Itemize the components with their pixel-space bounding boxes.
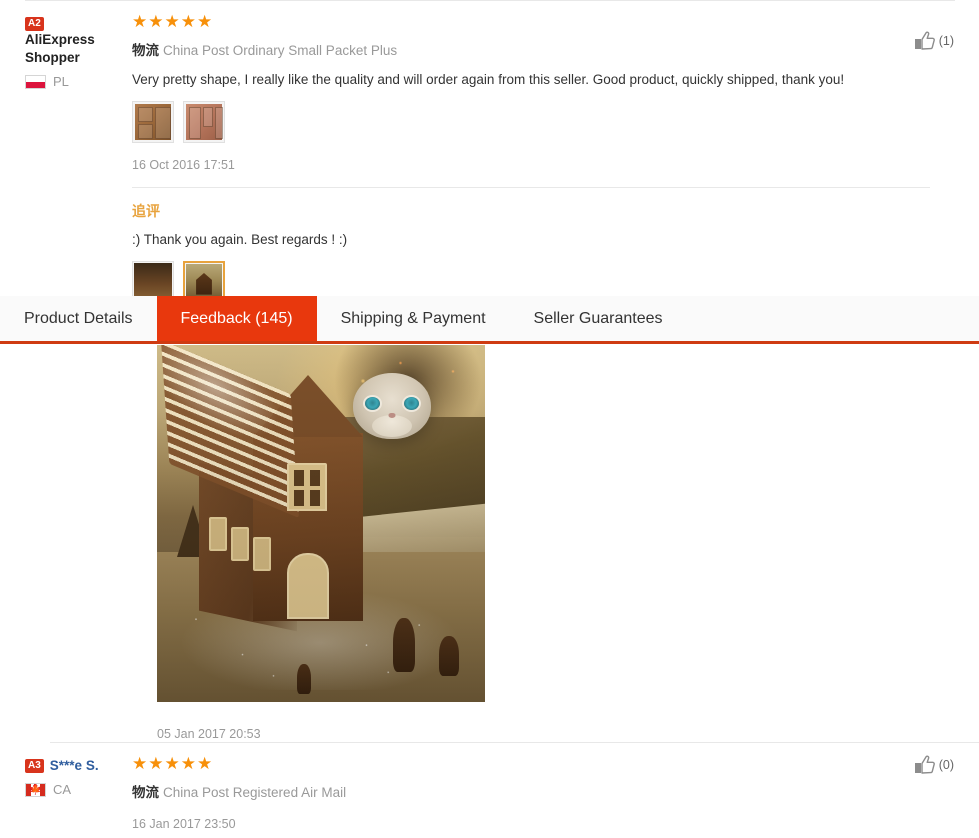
review-timestamp: 16 Oct 2016 17:51: [132, 158, 235, 172]
review-content-column: ★★★★★ 物流 China Post Ordinary Small Packet…: [132, 1, 979, 303]
helpful-button[interactable]: (0): [914, 755, 954, 775]
review-text: Very pretty shape, I really like the qua…: [132, 72, 845, 87]
thumbs-up-icon: [914, 755, 935, 774]
review-thumbnail[interactable]: [183, 101, 225, 143]
chocolate-mold-image: [135, 104, 171, 140]
logistics-line: 物流 China Post Ordinary Small Packet Plus: [132, 42, 954, 60]
helpful-count: (1): [938, 34, 954, 48]
poland-flag-icon: [25, 74, 46, 89]
gingerbread-house-lit-image: [186, 264, 222, 300]
append-review-text: :) Thank you again. Best regards ! :): [132, 232, 348, 247]
review-timestamp: 16 Jan 2017 23:50: [132, 817, 236, 831]
tab-feedback[interactable]: Feedback (145): [156, 296, 317, 341]
tab-shipping-payment[interactable]: Shipping & Payment: [317, 296, 510, 341]
review-thumbnail[interactable]: [132, 101, 174, 143]
review-item: A3 S***e S. 🍁 CA ★★★★★ 物流 China Post Regi…: [0, 743, 979, 832]
gingerbread-house-with-cat-image: [157, 345, 485, 702]
rating-stars: ★★★★★: [132, 12, 214, 31]
append-divider: [132, 187, 930, 188]
feedback-page: A2 AliExpress Shopper PL ★★★★★ 物流 China P…: [0, 0, 979, 838]
helpful-count: (0): [938, 758, 954, 772]
country-code: PL: [53, 74, 69, 89]
country-code: CA: [53, 782, 72, 797]
chocolate-mold-image: [186, 104, 223, 140]
user-name: AliExpress Shopper: [25, 32, 95, 65]
review-content-column: ★★★★★ 物流 China Post Registered Air Mail 1…: [132, 743, 979, 832]
logistics-name: China Post Ordinary Small Packet Plus: [163, 43, 398, 58]
append-large-photo[interactable]: [157, 345, 485, 702]
user-rank-badge: A3: [25, 759, 44, 773]
tab-product-details[interactable]: Product Details: [0, 296, 157, 341]
logistics-line: 物流 China Post Registered Air Mail: [132, 784, 954, 802]
user-rank-badge: A2: [25, 17, 44, 31]
cat-in-background: [353, 373, 431, 439]
append-timestamp: 05 Jan 2017 20:53: [157, 727, 261, 741]
user-country: PL: [25, 74, 132, 89]
user-identity: A2 AliExpress Shopper: [25, 15, 132, 67]
helpful-button[interactable]: (1): [914, 31, 954, 51]
review-user-column: A3 S***e S. 🍁 CA: [0, 743, 132, 832]
user-identity: A3 S***e S.: [25, 757, 132, 775]
review-item: A2 AliExpress Shopper PL ★★★★★ 物流 China P…: [0, 1, 979, 303]
tab-seller-guarantees[interactable]: Seller Guarantees: [510, 296, 687, 341]
rating-stars: ★★★★★: [132, 754, 214, 773]
review-user-column: A2 AliExpress Shopper PL: [0, 1, 132, 297]
user-name[interactable]: S***e S.: [50, 757, 99, 775]
logistics-name: China Post Registered Air Mail: [163, 785, 347, 800]
logistics-label: 物流: [132, 785, 159, 800]
product-tab-bar: Product Details Feedback (145) Shipping …: [0, 296, 979, 344]
logistics-label: 物流: [132, 43, 159, 58]
review-thumbnail-strip: [132, 101, 954, 143]
user-country: 🍁 CA: [25, 782, 132, 797]
thumbs-up-icon: [914, 31, 935, 50]
append-review-title: 追评: [132, 203, 160, 219]
canada-flag-icon: 🍁: [25, 782, 46, 797]
